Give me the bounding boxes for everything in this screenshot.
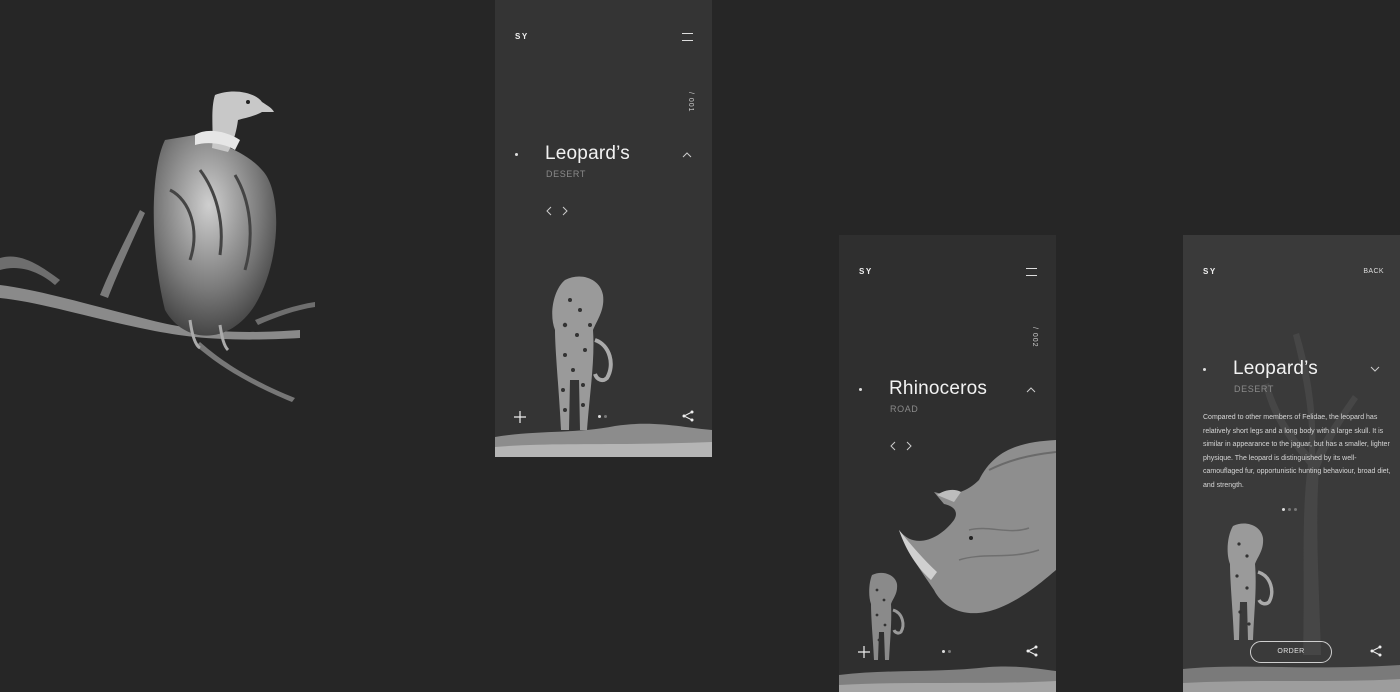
pagination-dots xyxy=(598,415,607,418)
logo: SY xyxy=(1203,267,1217,276)
hamburger-menu-icon[interactable] xyxy=(1026,268,1037,276)
bullet-dot xyxy=(1203,368,1206,371)
chevron-right-icon[interactable] xyxy=(561,203,569,216)
animal-subtitle: DESERT xyxy=(546,169,586,179)
chevron-left-icon[interactable] xyxy=(545,203,553,216)
chevron-up-icon[interactable] xyxy=(682,150,692,160)
animal-subtitle: DESERT xyxy=(1234,384,1274,394)
phone-screen-rhinoceros: SY / 002 Rhinoceros ROAD xyxy=(839,235,1056,692)
share-icon[interactable] xyxy=(682,410,694,422)
vulture-photo xyxy=(0,91,315,402)
pagination-dots xyxy=(1282,508,1297,511)
back-button[interactable]: BACK xyxy=(1363,268,1384,275)
bullet-dot xyxy=(515,153,518,156)
order-button[interactable]: ORDER xyxy=(1250,641,1332,663)
bullet-dot xyxy=(859,388,862,391)
ground-terrain xyxy=(839,666,1056,692)
ground-terrain xyxy=(495,423,712,457)
share-icon[interactable] xyxy=(1026,645,1038,657)
animal-title: Rhinoceros xyxy=(889,378,988,399)
plus-icon[interactable] xyxy=(858,646,870,658)
logo: SY xyxy=(515,32,529,41)
chevron-up-icon[interactable] xyxy=(1026,385,1036,395)
animal-title: Leopard’s xyxy=(545,143,630,164)
leopard-photo xyxy=(1227,523,1274,640)
animal-title: Leopard’s xyxy=(1233,358,1318,379)
phone-screen-leopard-detail: SY BACK Leopard’s DESERT Compared to oth… xyxy=(1183,235,1400,692)
phone-screen-leopard: SY / 001 Leopard’s DESERT xyxy=(495,0,712,457)
hamburger-menu-icon[interactable] xyxy=(682,33,693,41)
plus-icon[interactable] xyxy=(514,411,526,423)
pagination-dots xyxy=(942,650,951,653)
chevron-left-icon[interactable] xyxy=(889,438,897,451)
animal-description: Compared to other members of Felidae, th… xyxy=(1203,414,1391,489)
animal-subtitle: ROAD xyxy=(890,404,919,414)
page-counter: / 002 xyxy=(1031,327,1038,348)
rhinoceros-photo xyxy=(899,440,1056,614)
chevron-down-icon[interactable] xyxy=(1370,364,1380,374)
slide-nav xyxy=(545,203,569,216)
logo: SY xyxy=(859,267,873,276)
page-counter: / 001 xyxy=(687,92,694,113)
share-icon[interactable] xyxy=(1370,645,1382,657)
